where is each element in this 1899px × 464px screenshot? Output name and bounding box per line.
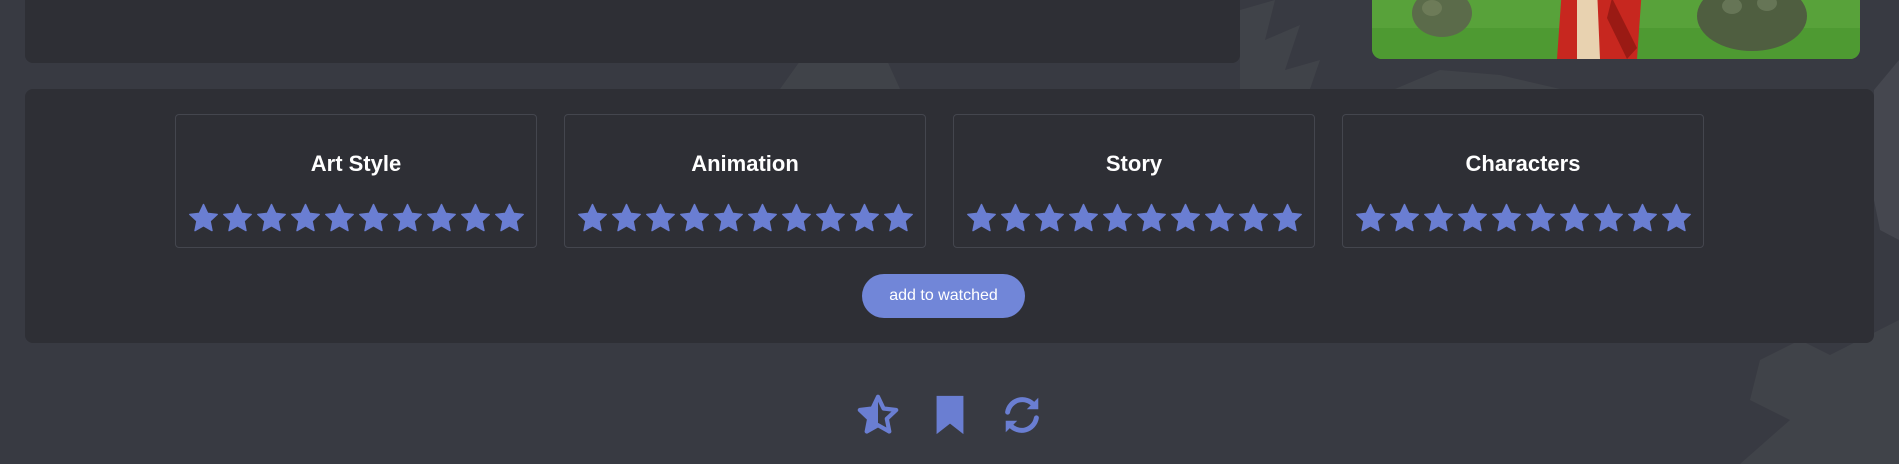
star-icon[interactable] [1524, 202, 1557, 235]
star-icon[interactable] [1490, 202, 1523, 235]
star-icon[interactable] [999, 202, 1032, 235]
star-icon[interactable] [678, 202, 711, 235]
star-icon[interactable] [814, 202, 847, 235]
star-icon[interactable] [1354, 202, 1387, 235]
star-icon[interactable] [746, 202, 779, 235]
rating-panel: Art Style Animation Story Characters add… [25, 89, 1874, 343]
rating-card-title: Story [1105, 151, 1163, 176]
star-icon[interactable] [1033, 202, 1066, 235]
star-icon[interactable] [1101, 202, 1134, 235]
star-rating-art-style[interactable] [176, 202, 536, 235]
star-icon[interactable] [493, 202, 526, 235]
star-icon[interactable] [965, 202, 998, 235]
star-icon[interactable] [1135, 202, 1168, 235]
rating-card-art-style: Art Style [175, 114, 537, 248]
star-icon[interactable] [1067, 202, 1100, 235]
refresh-icon[interactable] [999, 392, 1045, 438]
star-icon[interactable] [610, 202, 643, 235]
add-to-watched-button[interactable]: add to watched [862, 274, 1025, 318]
bookmark-icon[interactable] [927, 392, 973, 438]
star-icon[interactable] [1626, 202, 1659, 235]
star-rating-characters[interactable] [1343, 202, 1703, 235]
star-icon[interactable] [1558, 202, 1591, 235]
rating-card-title: Art Style [310, 151, 402, 176]
star-rating-story[interactable] [954, 202, 1314, 235]
star-icon[interactable] [1169, 202, 1202, 235]
star-icon[interactable] [221, 202, 254, 235]
star-icon[interactable] [576, 202, 609, 235]
star-icon[interactable] [1271, 202, 1304, 235]
star-icon[interactable] [187, 202, 220, 235]
star-icon[interactable] [357, 202, 390, 235]
star-icon[interactable] [255, 202, 288, 235]
star-icon[interactable] [1203, 202, 1236, 235]
star-icon[interactable] [1456, 202, 1489, 235]
star-icon[interactable] [780, 202, 813, 235]
star-icon[interactable] [391, 202, 424, 235]
star-icon[interactable] [1237, 202, 1270, 235]
star-icon[interactable] [644, 202, 677, 235]
star-icon[interactable] [848, 202, 881, 235]
star-icon[interactable] [323, 202, 356, 235]
rating-card-story: Story [953, 114, 1315, 248]
star-icon[interactable] [1592, 202, 1625, 235]
star-icon[interactable] [1422, 202, 1455, 235]
star-icon[interactable] [1388, 202, 1421, 235]
star-icon[interactable] [712, 202, 745, 235]
bottom-action-bar [855, 392, 1045, 438]
star-rating-animation[interactable] [565, 202, 925, 235]
anime-cover-image [1372, 0, 1860, 59]
star-icon[interactable] [882, 202, 915, 235]
star-half-icon[interactable] [855, 392, 901, 438]
star-icon[interactable] [459, 202, 492, 235]
star-icon[interactable] [1660, 202, 1693, 235]
star-icon[interactable] [425, 202, 458, 235]
rating-card-animation: Animation [564, 114, 926, 248]
rating-card-characters: Characters [1342, 114, 1704, 248]
rating-card-title: Characters [1465, 151, 1581, 176]
star-icon[interactable] [289, 202, 322, 235]
top-details-panel [25, 0, 1240, 63]
rating-card-title: Animation [691, 151, 799, 176]
